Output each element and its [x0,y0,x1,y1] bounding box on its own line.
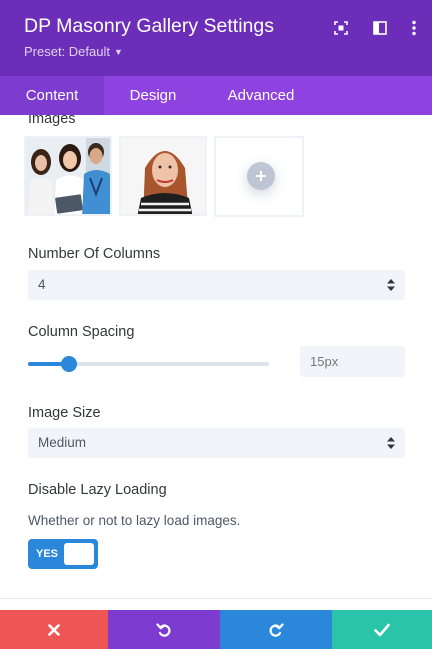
tab-bar: Content Design Advanced [0,76,432,115]
disable-lazy-loading-label: Disable Lazy Loading [28,482,167,498]
number-of-columns-label: Number Of Columns [28,246,161,262]
footer-divider [0,598,432,599]
column-spacing-label: Column Spacing [28,324,135,340]
plus-icon[interactable] [247,162,275,190]
select-arrows-icon [387,437,395,449]
slider-handle[interactable] [60,356,77,372]
action-bar [0,610,432,649]
settings-content: Images Number Of Columns 4 Column Spacin… [0,115,432,610]
image-size-label: Image Size [28,405,101,421]
gallery-image-1[interactable] [24,136,112,216]
more-options-icon[interactable] [403,17,425,39]
image-size-value: Medium [38,435,87,450]
tab-content[interactable]: Content [0,76,104,115]
select-arrows-icon [387,279,395,291]
image-size-select[interactable]: Medium [28,428,405,458]
expand-icon[interactable] [330,17,352,39]
lazy-loading-toggle[interactable]: YES [28,539,98,569]
close-icon [48,623,60,636]
caret-down-icon: ▼ [114,47,123,57]
undo-icon [156,622,171,637]
preset-label: Preset: Default [24,44,110,59]
check-icon [374,623,390,636]
tab-advanced[interactable]: Advanced [202,76,320,115]
gallery-image-2[interactable] [119,136,207,216]
save-button[interactable] [332,610,432,649]
modal-title: DP Masonry Gallery Settings [24,15,274,37]
sidebar-layout-icon[interactable] [369,17,391,39]
discard-button[interactable] [0,610,108,649]
toggle-state-text: YES [36,548,59,560]
redo-button[interactable] [220,610,332,649]
column-spacing-input[interactable] [300,346,405,377]
add-image-tile[interactable] [214,136,304,217]
toggle-knob [64,543,94,565]
images-label: Images [28,115,76,127]
number-of-columns-value: 4 [38,277,46,292]
settings-header: DP Masonry Gallery Settings Preset: Defa… [0,0,432,76]
lazy-loading-description: Whether or not to lazy load images. [28,513,241,528]
undo-button[interactable] [108,610,220,649]
preset-selector[interactable]: Preset: Default ▼ [24,44,123,59]
redo-icon [269,622,284,637]
tab-design[interactable]: Design [104,76,202,115]
number-of-columns-select[interactable]: 4 [28,270,405,300]
